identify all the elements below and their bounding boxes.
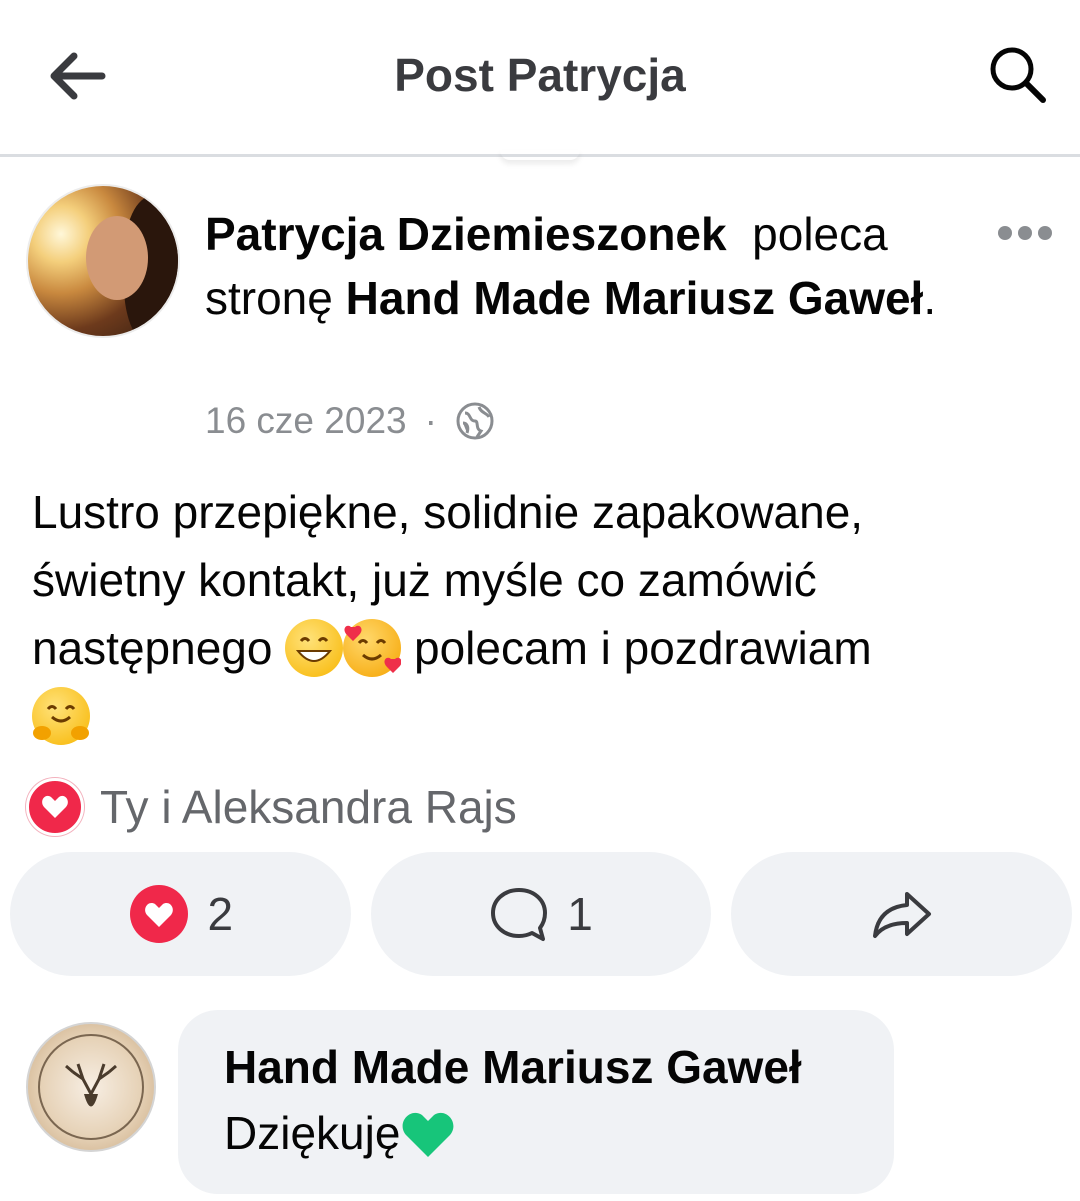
avatar-face xyxy=(86,216,148,300)
share-button[interactable] xyxy=(731,852,1073,976)
globe-icon xyxy=(456,402,494,440)
post-text: Lustro przepiękne, solidnie zapakowane, … xyxy=(32,478,1052,750)
smiling-face-with-hearts-emoji xyxy=(343,618,402,677)
author-name[interactable]: Patrycja Dziemieszonek xyxy=(205,208,727,260)
author-avatar[interactable] xyxy=(26,184,180,338)
post-header: Patrycja Dziemieszonek poleca stronę Han… xyxy=(205,202,965,330)
love-count: 2 xyxy=(207,888,234,940)
post-text-line-2: świetny kontakt, już myśle co zamówić xyxy=(32,554,817,606)
scroll-shadow xyxy=(500,150,580,160)
love-reaction-button[interactable]: 2 xyxy=(10,852,351,976)
hugging-face-emoji xyxy=(32,686,90,745)
love-icon xyxy=(129,885,188,943)
post-text-line-3a: następnego xyxy=(32,622,273,674)
stag-logo-icon xyxy=(38,1034,144,1140)
post-meta: 16 cze 2023 · xyxy=(205,400,495,442)
post-text-line-1: Lustro przepiękne, solidnie zapakowane, xyxy=(32,486,864,538)
post-text-line-3b: polecam i pozdrawiam xyxy=(414,622,872,674)
action-word-2: stronę xyxy=(205,272,333,324)
comment-button[interactable]: 1 xyxy=(370,852,712,976)
green-heart-emoji xyxy=(403,1112,454,1157)
search-icon[interactable] xyxy=(985,42,1049,106)
more-options-icon[interactable] xyxy=(995,223,1055,243)
comment-text: Dziękuję xyxy=(224,1106,456,1163)
comment-icon xyxy=(491,888,548,941)
page-suffix: . xyxy=(923,272,937,324)
reactions-summary[interactable]: Ty i Aleksandra Rajs xyxy=(26,778,517,836)
comment-bubble[interactable]: Hand Made Mariusz Gaweł Dziękuję xyxy=(178,1010,894,1194)
share-icon xyxy=(872,892,931,938)
comment-author[interactable]: Hand Made Mariusz Gaweł xyxy=(224,1040,802,1094)
love-reaction-icon xyxy=(26,778,84,836)
comment-text-body: Dziękuję xyxy=(224,1107,401,1159)
meta-separator: · xyxy=(424,400,437,441)
top-bar: Post Patrycja xyxy=(0,0,1080,157)
comment-count: 1 xyxy=(567,888,593,940)
page-title: Post Patrycja xyxy=(394,49,686,101)
reactions-names: Ty i Aleksandra Rajs xyxy=(100,781,517,833)
action-word: poleca xyxy=(752,208,888,260)
action-bar: 2 1 xyxy=(10,852,1073,976)
post-date[interactable]: 16 cze 2023 xyxy=(205,400,407,442)
commenter-avatar[interactable] xyxy=(26,1022,156,1152)
page-name-link[interactable]: Hand Made Mariusz Gaweł xyxy=(346,272,924,324)
grinning-face-emoji xyxy=(285,618,344,677)
